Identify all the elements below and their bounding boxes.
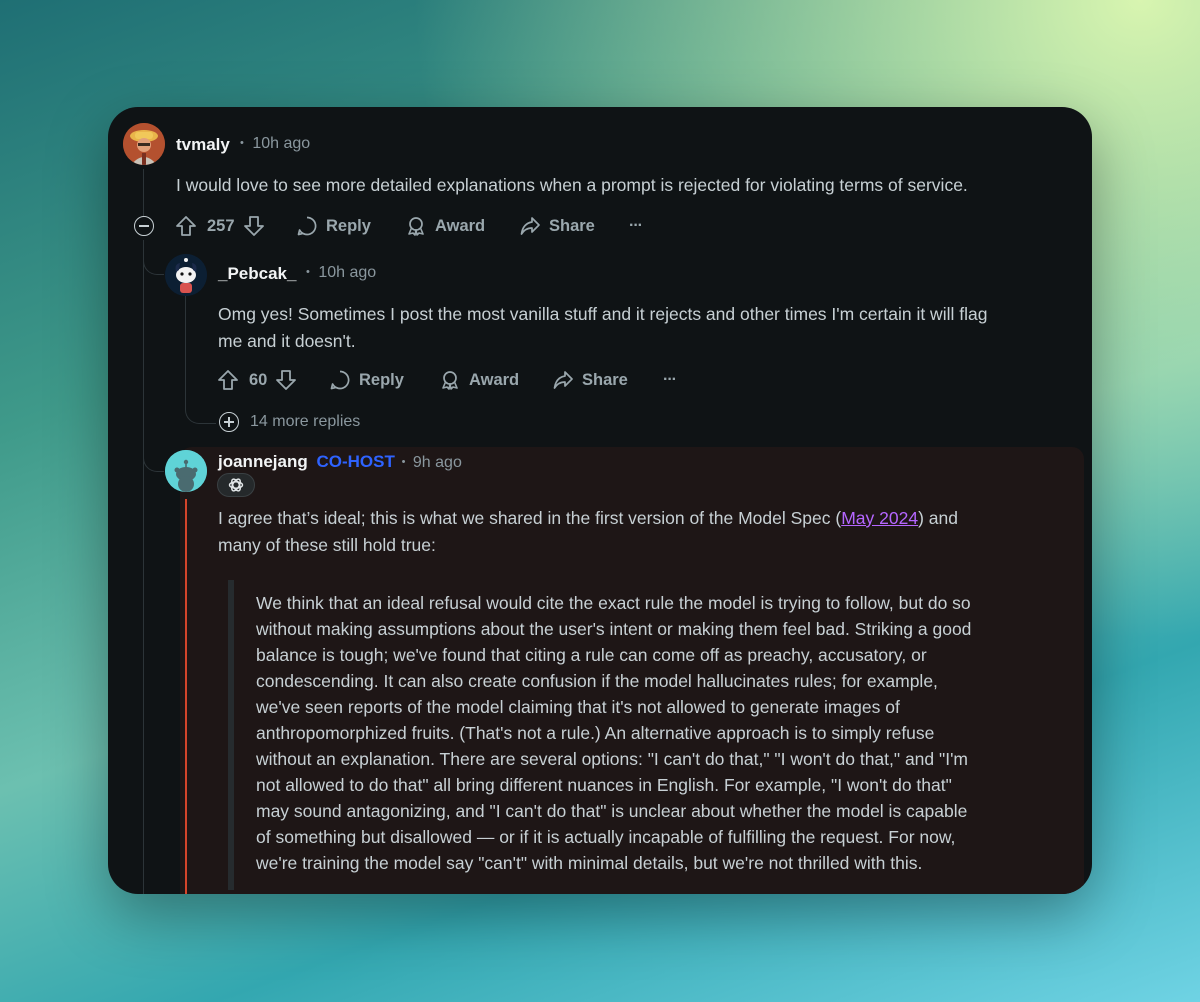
meta-separator: • xyxy=(306,266,310,278)
comment-body: I agree that’s ideal; this is what we sh… xyxy=(218,505,1078,559)
award-icon xyxy=(405,215,427,237)
comment-username[interactable]: _Pebcak_ xyxy=(218,264,296,284)
openai-flair-icon xyxy=(228,478,244,492)
downvote-icon[interactable] xyxy=(274,368,298,392)
blockquote-line: we're training the model say "can't" wit… xyxy=(256,853,923,873)
comment-username-link[interactable]: joannejang xyxy=(218,452,308,471)
award-label: Award xyxy=(435,216,486,235)
comment-body-line: me and it doesn't. xyxy=(218,331,356,351)
comment-actions: 60 xyxy=(216,367,298,393)
blockquote-line: we've seen reports of the model claiming… xyxy=(256,697,900,717)
comment-body-text: ) and xyxy=(918,508,958,528)
blockquote-line: without making assumptions about the use… xyxy=(256,619,972,639)
blockquote-line: not allowed to do that" all bring differ… xyxy=(256,775,952,795)
comment-body: I would love to see more detailed explan… xyxy=(176,175,968,195)
thread-curve-joanne xyxy=(143,437,164,472)
comment-body: Omg yes! Sometimes I post the most vanil… xyxy=(218,301,1078,355)
comment-meta: • 9h ago xyxy=(402,454,462,471)
comment-body-text: I agree that’s ideal; this is what we sh… xyxy=(218,508,842,528)
default-snoo-avatar-icon xyxy=(165,450,207,492)
user-avatar-icon xyxy=(123,123,165,165)
more-icon: ··· xyxy=(629,217,643,234)
share-button[interactable]: Share xyxy=(552,367,628,393)
award-label: Award xyxy=(469,370,520,389)
share-label: Share xyxy=(549,216,595,235)
comment-time: 10h ago xyxy=(252,135,311,152)
thread-line-pebcak xyxy=(185,293,186,403)
share-icon xyxy=(552,369,574,391)
comment-thread-card: tvmaly • 10h ago I would love to see mor… xyxy=(108,107,1092,894)
share-icon xyxy=(519,215,541,237)
comment-actions: 257 xyxy=(174,213,266,239)
comment-body-line: many of these still hold true: xyxy=(218,535,436,555)
collapse-icon[interactable] xyxy=(134,216,154,236)
avatar[interactable] xyxy=(165,450,207,492)
thread-line-root xyxy=(143,169,144,220)
upvote-icon[interactable] xyxy=(216,368,240,392)
award-button[interactable]: Award xyxy=(405,213,485,239)
blockquote-line: balance is tough; we've found that citin… xyxy=(256,645,927,665)
award-icon xyxy=(439,369,461,391)
reply-button[interactable]: Reply xyxy=(296,213,371,239)
meta-separator: • xyxy=(240,137,244,149)
avatar[interactable] xyxy=(165,254,207,296)
comment-body-line: I agree that’s ideal; this is what we sh… xyxy=(218,505,1078,532)
reply-label: Reply xyxy=(326,216,371,235)
vote-count: 60 xyxy=(249,370,268,389)
thread-line-root-lower xyxy=(143,240,144,894)
blockquote: We think that an ideal refusal would cit… xyxy=(256,590,1056,876)
comment-time: 10h ago xyxy=(318,264,377,281)
user-flair xyxy=(217,473,255,497)
award-button[interactable]: Award xyxy=(439,367,519,393)
blockquote-line: of something but disallowed — or if it i… xyxy=(256,827,956,847)
blockquote-line: We think that an ideal refusal would cit… xyxy=(256,593,971,613)
thread-curve-pebcak xyxy=(143,240,164,275)
upvote-icon[interactable] xyxy=(174,214,198,238)
blockquote-bar xyxy=(228,580,234,890)
comment-icon xyxy=(329,369,351,391)
model-spec-link[interactable]: May 2024 xyxy=(841,508,918,528)
blockquote-line: condescending. It can also create confus… xyxy=(256,671,938,691)
comment-body-line: Omg yes! Sometimes I post the most vanil… xyxy=(218,304,988,324)
avatar[interactable] xyxy=(123,123,165,165)
comment-meta: • 10h ago xyxy=(240,135,310,153)
reply-label: Reply xyxy=(359,370,404,389)
blockquote-line: anthropomorphized fruits. (That's not a … xyxy=(256,723,935,743)
highlight-thread-line xyxy=(185,499,187,894)
comment-username: joannejang CO-HOST • 9h ago xyxy=(218,452,462,472)
more-icon: ··· xyxy=(663,371,677,388)
cohost-badge: CO-HOST xyxy=(316,452,395,471)
more-options-button[interactable]: ··· xyxy=(663,367,677,393)
blockquote-line: may sound antagonizing, and "I can't do … xyxy=(256,801,968,821)
meta-separator: • xyxy=(401,456,406,468)
blockquote-line: without an explanation. There are severa… xyxy=(256,749,969,769)
share-label: Share xyxy=(582,370,628,389)
expand-icon[interactable] xyxy=(219,412,239,432)
more-options-button[interactable]: ··· xyxy=(629,213,643,239)
reply-button[interactable]: Reply xyxy=(329,367,404,393)
comment-time: 9h ago xyxy=(412,454,462,471)
comment-icon xyxy=(296,215,318,237)
snoo-avatar-icon xyxy=(165,254,207,296)
share-button[interactable]: Share xyxy=(519,213,595,239)
thread-curve-more-replies xyxy=(185,391,216,424)
downvote-icon[interactable] xyxy=(242,214,266,238)
comment-username[interactable]: tvmaly xyxy=(176,135,230,155)
more-replies-link[interactable]: 14 more replies xyxy=(250,413,360,431)
comment-meta: • 10h ago xyxy=(306,264,376,282)
vote-count: 257 xyxy=(207,216,235,235)
